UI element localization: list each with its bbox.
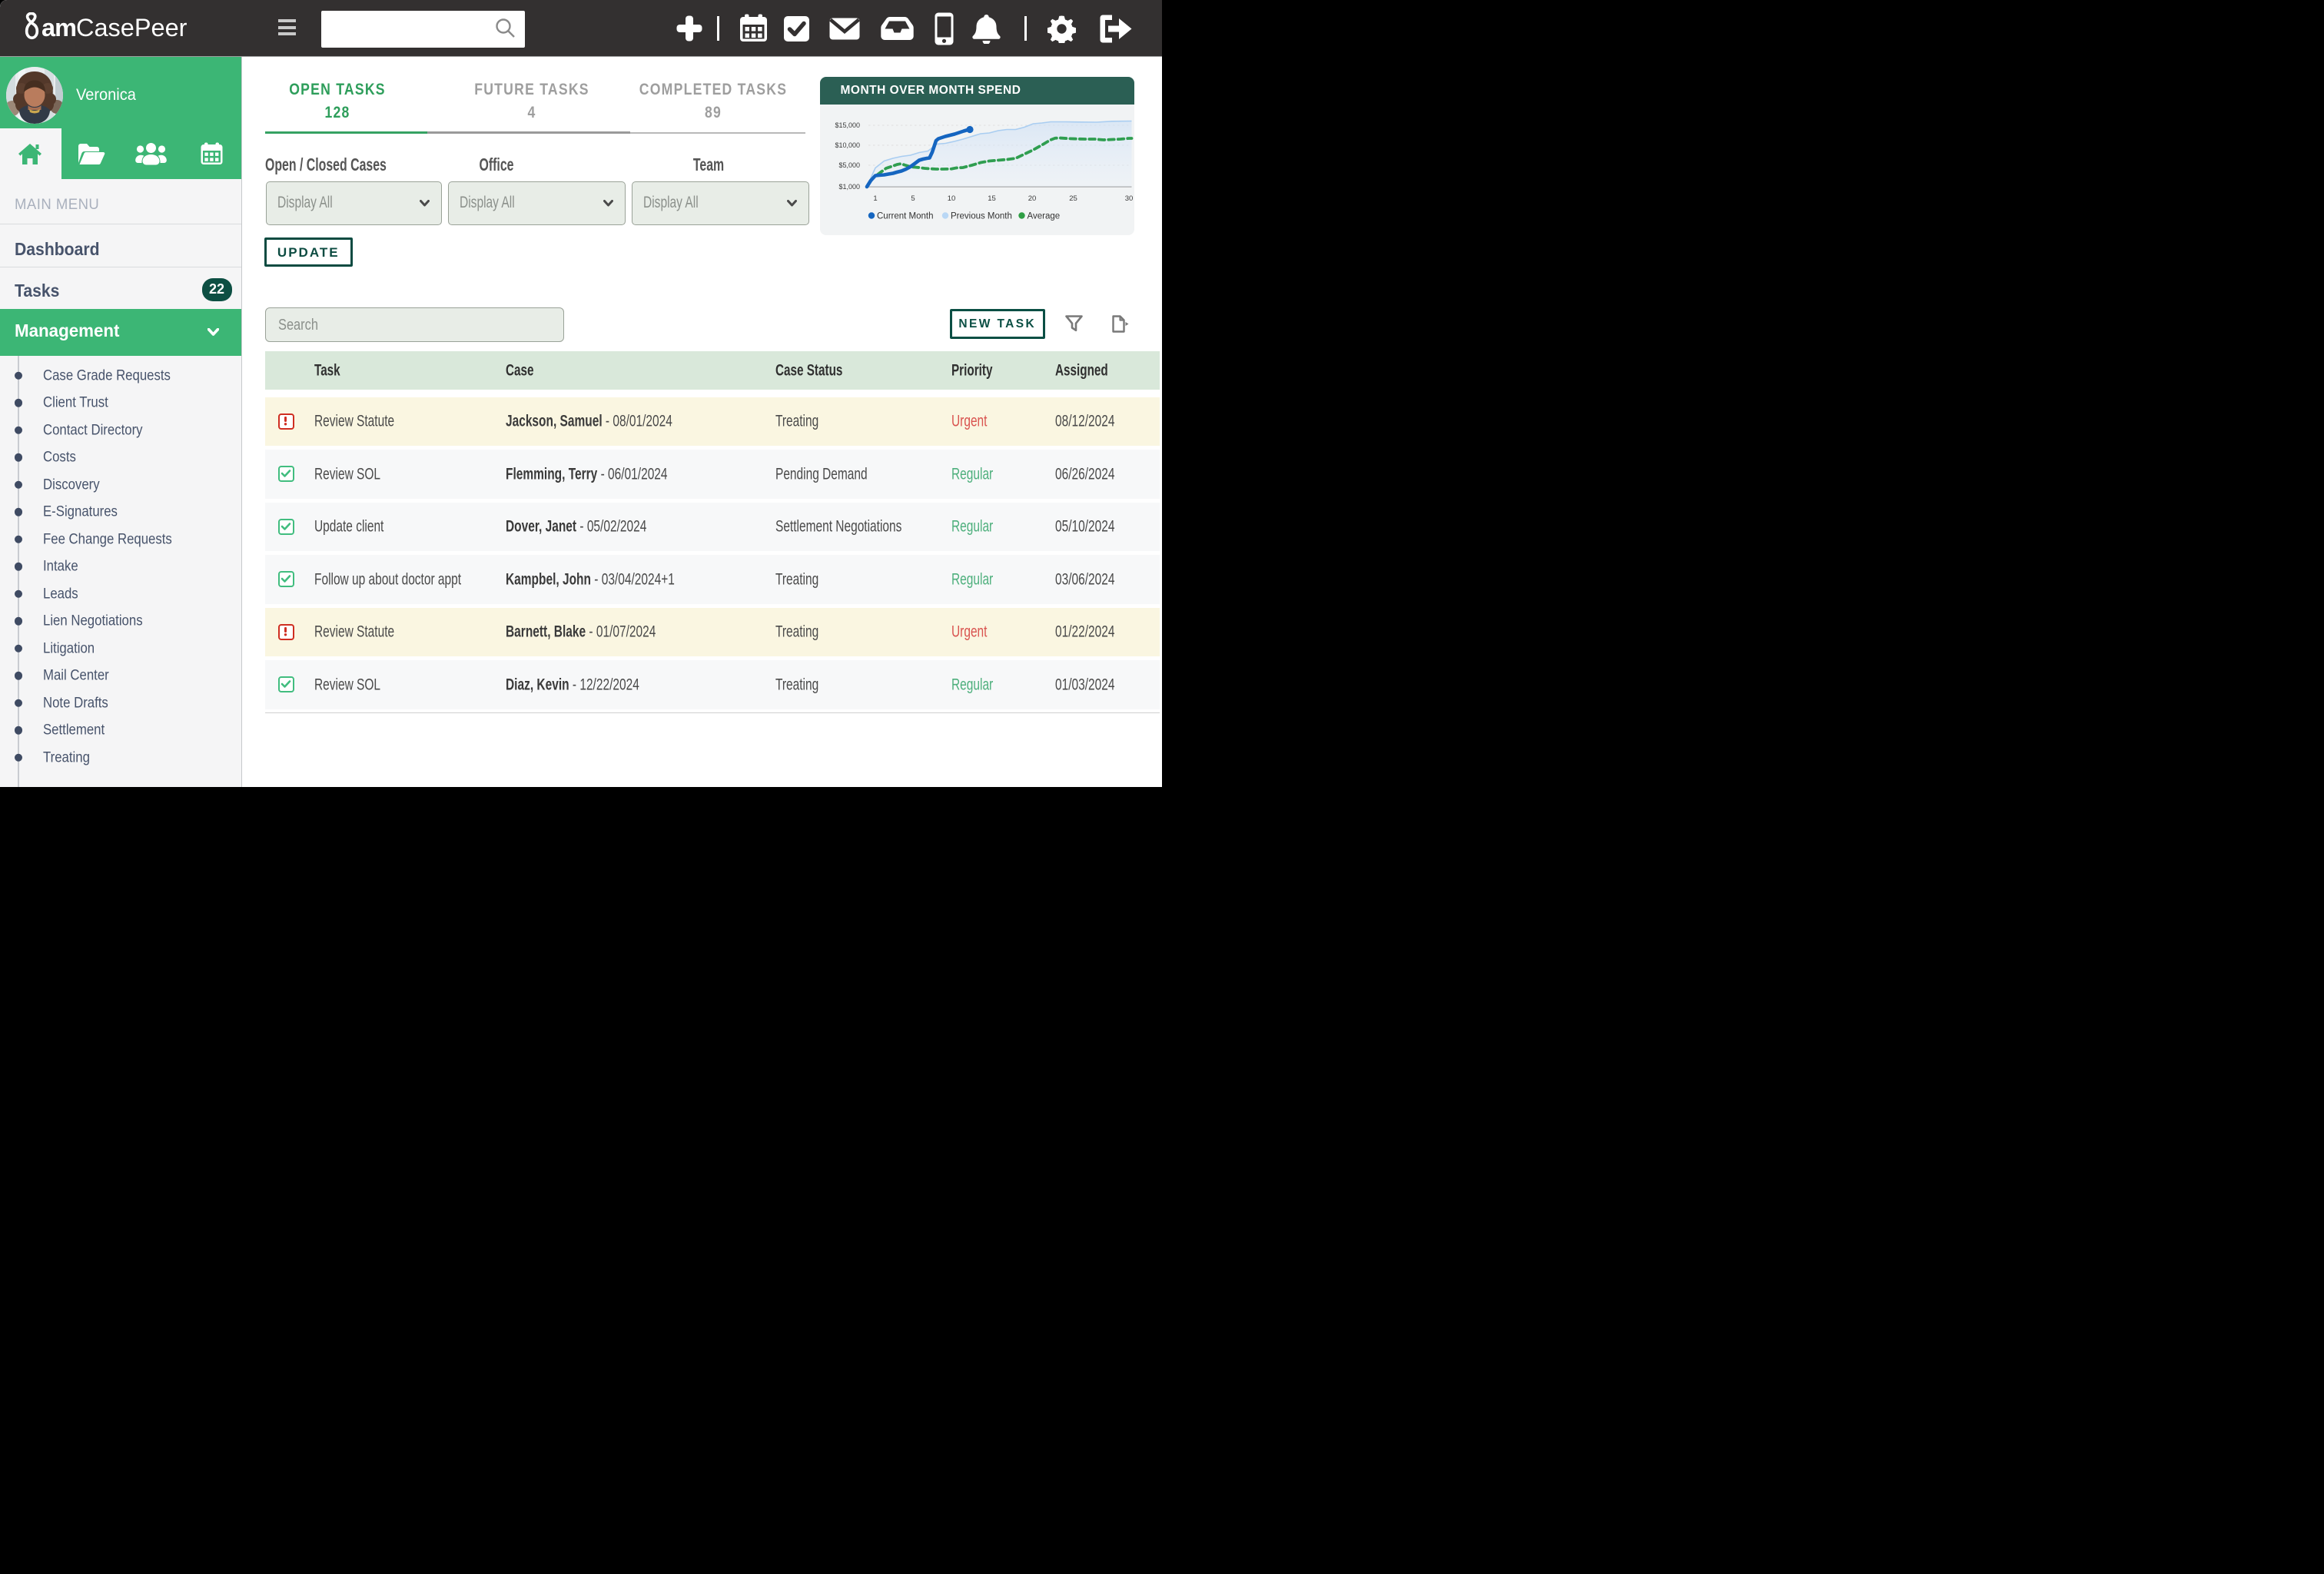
svg-text:$5,000: $5,000 (838, 161, 860, 169)
svg-text:15: 15 (988, 194, 996, 203)
svg-text:$10,000: $10,000 (835, 141, 860, 149)
svg-text:Current Month: Current Month (877, 211, 934, 221)
svg-text:Average: Average (1028, 211, 1061, 221)
svg-text:10: 10 (948, 194, 956, 203)
svg-text:25: 25 (1069, 194, 1077, 203)
svg-text:$15,000: $15,000 (835, 121, 860, 129)
svg-text:5: 5 (911, 194, 915, 203)
svg-text:20: 20 (1028, 194, 1037, 203)
svg-text:30: 30 (1125, 194, 1134, 203)
svg-text:$1,000: $1,000 (838, 183, 860, 191)
svg-text:Previous Month: Previous Month (951, 211, 1012, 221)
svg-text:1: 1 (873, 194, 877, 203)
